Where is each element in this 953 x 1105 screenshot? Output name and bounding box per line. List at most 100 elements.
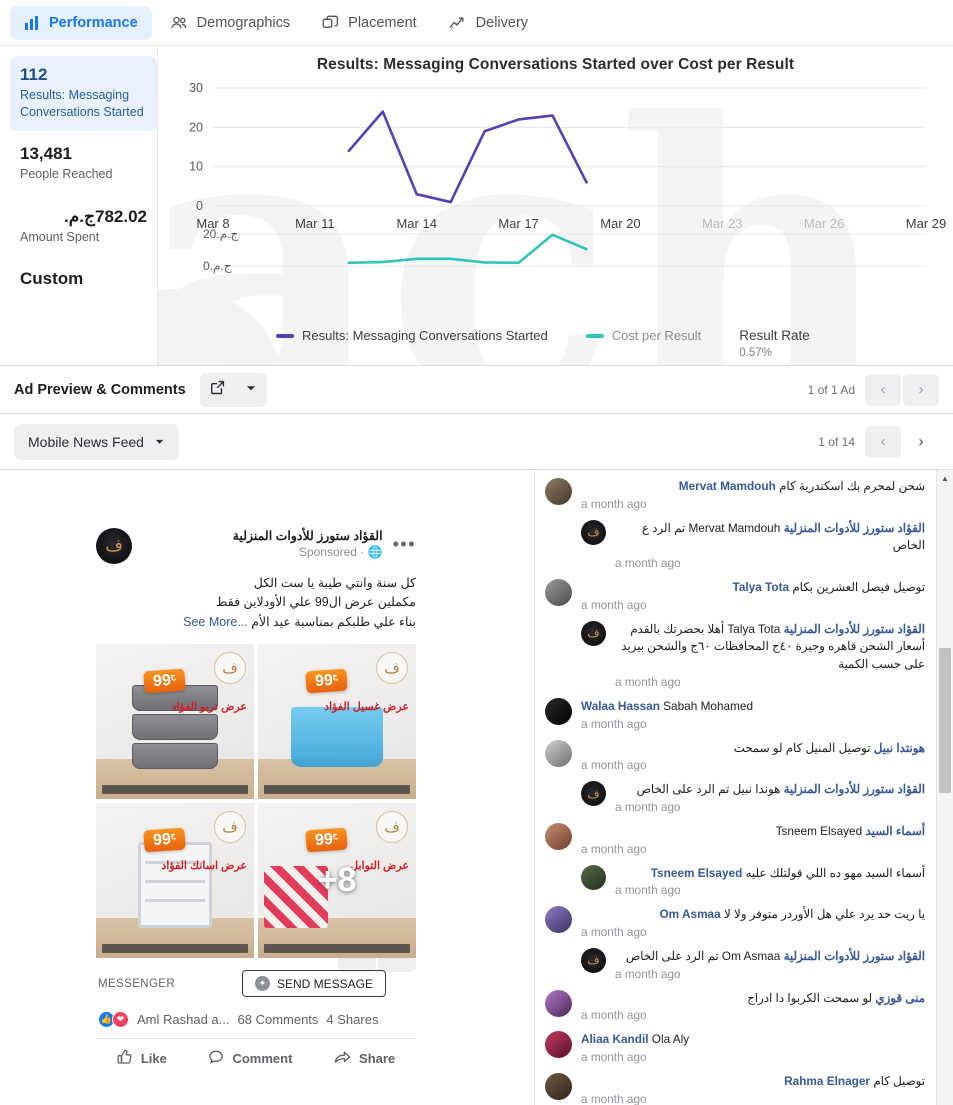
scroll-up-icon[interactable]: ▲ <box>937 470 953 486</box>
more-options-icon[interactable]: ••• <box>393 528 416 555</box>
comment-author[interactable]: Om Asmaa <box>659 907 720 921</box>
comment-author[interactable]: أسماء السيد <box>865 824 925 838</box>
avatar[interactable] <box>545 906 572 934</box>
svg-text:ج.م.0: ج.م.0 <box>203 259 232 273</box>
comment-author[interactable]: القؤاد ستورز للأدوات المنزلية <box>784 949 925 963</box>
comment-timestamp: a month ago <box>581 841 647 856</box>
ad-identity-row: ف القؤاد ستورز للأدوات المنزلية Sponsore… <box>96 528 416 564</box>
comment-author[interactable]: القؤاد ستورز للأدوات المنزلية <box>784 782 925 796</box>
avatar[interactable] <box>545 1031 572 1059</box>
avatar[interactable] <box>545 739 572 767</box>
comment-timestamp: a month ago <box>581 597 647 612</box>
comment-author[interactable]: القؤاد ستورز للأدوات المنزلية <box>784 521 925 535</box>
placement-select[interactable]: Mobile News Feed <box>14 423 179 460</box>
ad-preview-header: Ad Preview & Comments 1 of 1 Ad ‹ › <box>0 366 953 414</box>
comment-body: القؤاد ستورز للأدوات المنزلية Mervat Mam… <box>615 520 925 570</box>
avatar[interactable] <box>545 1073 572 1100</box>
tab-label: Demographics <box>196 14 291 31</box>
ad-image-3[interactable]: ج99 عرض اسانك الفؤاد ف <box>96 803 254 959</box>
ad-body-line: مكملين عرض ال99 علي الأودلاين فقط <box>215 595 416 610</box>
tab-demographics[interactable]: Demographics <box>156 6 305 40</box>
preview-dropdown-button[interactable] <box>235 373 267 407</box>
avatar[interactable] <box>545 989 572 1017</box>
comment-body: Talya Tota توصيل فيصل العشرين بكام a mont… <box>581 579 925 612</box>
ad-image-4[interactable]: ج99 عرض التوابل ف +8 <box>258 803 416 959</box>
avatar[interactable] <box>545 478 572 505</box>
share-button[interactable]: Share <box>334 1049 395 1068</box>
avatar[interactable]: ف <box>581 947 606 973</box>
comment-author[interactable]: Walaa Hassan <box>581 699 660 713</box>
brand-logo-icon: ف <box>214 811 246 844</box>
metric-results[interactable]: 112 Results: Messaging Conversations Sta… <box>10 56 157 132</box>
more-images-overlay[interactable]: +8 <box>258 803 416 958</box>
tab-performance[interactable]: Performance <box>10 5 152 40</box>
thumbs-up-outline-icon <box>117 1049 133 1068</box>
comment-text: القؤاد ستورز للأدوات المنزلية Talya Tota… <box>621 621 925 672</box>
reaction-icons: 👍 ❤ <box>98 1011 129 1029</box>
avatar[interactable]: ف <box>581 519 606 545</box>
see-more-link[interactable]: See More... <box>183 615 248 629</box>
comment-author[interactable]: Rahma Elnager <box>784 1074 870 1088</box>
cta-platform-label: MESSENGER <box>98 977 176 990</box>
avatar[interactable] <box>545 697 572 725</box>
placement-pager: ‹ › <box>865 425 939 458</box>
metric-label: Amount Spent <box>20 229 100 244</box>
comment-author[interactable]: Tsneem Elsayed <box>651 866 743 880</box>
comment-item: Mervat Mamdouh شحن لمحرم بك اسكندرية كام… <box>545 478 925 511</box>
avatar[interactable] <box>581 864 606 890</box>
legend-item-cost[interactable]: Cost per Result <box>585 328 701 343</box>
analytics-tab-bar: Performance Demographics Placement Deliv… <box>0 0 953 46</box>
comment-author[interactable]: Talya Tota <box>732 580 789 594</box>
metric-amount-spent[interactable]: 782.02ج.م. Amount Spent <box>10 198 157 256</box>
placement-prev-button[interactable]: ‹ <box>865 425 901 458</box>
comment-item: Talya Tota توصيل فيصل العشرين بكام a mont… <box>545 579 925 612</box>
ad-image-2[interactable]: ج99 عرض غسيل الفؤاد ف <box>258 644 416 800</box>
ad-prev-button[interactable]: ‹ <box>865 373 901 406</box>
ad-image-grid: ج99 عرض تربو الفؤاد ف ج99 عرض غسيل الفؤا… <box>96 644 416 959</box>
comment-timestamp: a month ago <box>581 1050 647 1064</box>
svg-text:ج.م.20: ج.م.20 <box>203 227 238 241</box>
engagement-row: 👍 ❤ Aml Rashad a... 68 Comments 4 Shares <box>96 997 416 1038</box>
comment-body: Rahma Elnager توصيل كام a month ago <box>581 1073 925 1105</box>
page-name[interactable]: القؤاد ستورز للأدوات المنزلية <box>142 528 383 543</box>
comment-button[interactable]: Comment <box>208 1049 292 1068</box>
metric-people-reached[interactable]: 13,481 People Reached <box>10 135 157 193</box>
tab-placement[interactable]: Placement <box>308 6 431 40</box>
comment-text: أسماء السيد Tsneem Elsayed <box>775 823 925 838</box>
tab-label: Performance <box>49 14 138 31</box>
comment-author[interactable]: القؤاد ستورز للأدوات المنزلية <box>784 622 925 636</box>
scrollbar-thumb[interactable] <box>939 648 951 793</box>
comment-author[interactable]: منى قوزي <box>875 991 925 1005</box>
avatar[interactable] <box>545 579 572 607</box>
comment-author[interactable]: Aliaa Kandil <box>581 1032 649 1046</box>
comments-count[interactable]: 68 Comments <box>238 1012 319 1027</box>
svg-text:30: 30 <box>189 81 203 95</box>
trending-icon <box>449 15 467 31</box>
comment-author[interactable]: هونتدا نبيل <box>874 741 925 755</box>
like-button[interactable]: Like <box>117 1049 167 1068</box>
shares-count[interactable]: 4 Shares <box>326 1012 378 1027</box>
comment-author[interactable]: Mervat Mamdouh <box>679 479 776 493</box>
comment-text: هونتدا نبيل توصيل المنيل كام لو سمحت <box>733 740 925 755</box>
comment-body: Mervat Mamdouh شحن لمحرم بك اسكندرية كام… <box>581 478 925 511</box>
metric-value: 13,481 <box>20 144 72 164</box>
comment-text: Tsneem Elsayed أسماء السيد مهو ده اللي ق… <box>650 865 925 880</box>
svg-text:Mar 26: Mar 26 <box>804 216 844 231</box>
send-message-button[interactable]: ✦ SEND MESSAGE <box>241 970 386 998</box>
preview-comments-split: ف القؤاد ستورز للأدوات المنزلية Sponsore… <box>0 470 953 1105</box>
reaction-names[interactable]: Aml Rashad a... <box>137 1012 230 1027</box>
placement-next-button[interactable]: › <box>903 425 939 458</box>
metric-custom[interactable]: Custom <box>10 260 157 301</box>
avatar[interactable]: ف <box>581 781 606 807</box>
legend-item-results[interactable]: Results: Messaging Conversations Started <box>276 328 548 343</box>
ad-next-button[interactable]: › <box>903 373 939 406</box>
ad-image-1[interactable]: ج99 عرض تربو الفؤاد ف <box>96 644 254 800</box>
avatar[interactable] <box>545 822 572 850</box>
comments-scrollbar[interactable]: ▲ ▼ <box>936 470 953 1105</box>
svg-text:0: 0 <box>196 199 203 213</box>
tab-delivery[interactable]: Delivery <box>435 6 542 40</box>
comment-reply: ف القؤاد ستورز للأدوات المنزلية Mervat Ma… <box>545 519 925 570</box>
metric-value: 112 <box>20 65 48 84</box>
avatar[interactable]: ف <box>581 620 606 646</box>
open-external-button[interactable] <box>200 373 235 407</box>
